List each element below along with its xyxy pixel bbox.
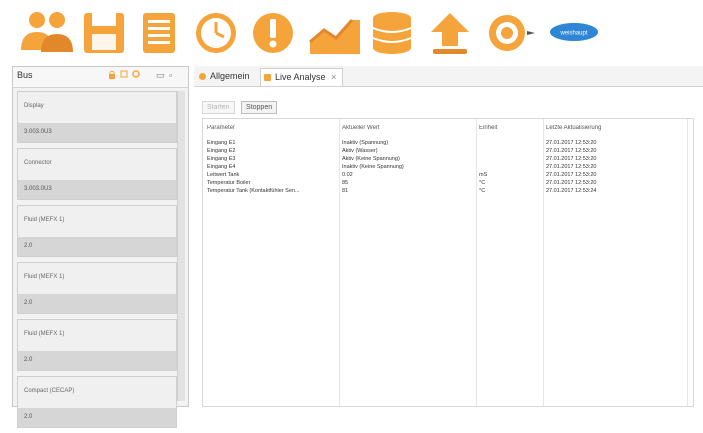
column-header[interactable]: Parameter <box>207 125 339 132</box>
device-value: 3.003.0U3 <box>24 129 52 135</box>
unit-cell: °C <box>479 180 486 186</box>
chart-icon[interactable] <box>308 10 362 56</box>
unit-cell: °C <box>479 188 486 194</box>
upload-icon[interactable] <box>427 10 473 56</box>
device-value: 3.003.0U3 <box>24 186 52 192</box>
device-name: Connector <box>24 160 52 166</box>
updated-cell: 27.01.2017 12:53:20 <box>546 172 597 178</box>
table-row[interactable]: Temperatur Tank (Kontaktfühler Sen... 81… <box>203 188 693 195</box>
device-value-bar: 2.0 <box>18 237 176 256</box>
bus-panel: Bus ▭ ▫ Display 3.003.0U3 Connector 3.00… <box>12 66 189 428</box>
list-item[interactable]: Fluid (MEFX 1) 2.0 <box>17 205 177 257</box>
analysis-controls: Starten Stoppen <box>202 96 279 114</box>
value-cell: 81 <box>342 188 349 194</box>
device-value-bar: 2.0 <box>18 294 176 313</box>
updated-cell: 27.01.2017 12:53:20 <box>546 156 597 162</box>
device-value-bar: 2.0 <box>18 351 176 370</box>
value-cell: Aktiv (Wasser) <box>342 148 378 154</box>
value-cell: 85 <box>342 180 349 186</box>
table-row[interactable]: Temperatur Boiler 85 °C 27.01.2017 12:53… <box>203 180 693 187</box>
list-item[interactable]: Display 3.003.0U3 <box>17 91 177 143</box>
bus-tab[interactable]: Bus <box>17 70 33 80</box>
document-icon[interactable] <box>138 10 180 56</box>
unit-cell: mS <box>479 172 488 178</box>
device-value: 2.0 <box>24 243 33 249</box>
column-header[interactable]: Einheit <box>479 125 541 132</box>
value-cell: Inaktiv (Spannung) <box>342 140 389 146</box>
tab-live-analyse-label: Live Analyse <box>275 72 326 82</box>
parameter-cell: Eingang E3 <box>207 156 236 162</box>
database-icon[interactable] <box>369 10 415 56</box>
users-icon[interactable] <box>19 10 75 56</box>
device-name: Fluid (MEFX 1) <box>24 331 65 337</box>
device-list-scrollbar[interactable] <box>177 91 185 401</box>
parameter-cell: Eingang E1 <box>207 140 236 146</box>
parameter-cell: Leitwert Tank <box>207 172 240 178</box>
clock-icon[interactable] <box>193 10 239 56</box>
parameter-cell: Temperatur Tank (Kontaktfühler Sen... <box>207 188 300 194</box>
device-list: Display 3.003.0U3 Connector 3.003.0U3 Fl… <box>17 91 177 433</box>
value-cell: 0.02 <box>342 172 353 178</box>
allgemein-icon <box>199 73 206 80</box>
updated-cell: 27.01.2017 12:53:24 <box>546 188 597 194</box>
column-header[interactable]: Aktueller Wert <box>342 125 477 132</box>
save-icon[interactable] <box>81 10 129 56</box>
updated-cell: 27.01.2017 12:53:20 <box>546 140 597 146</box>
device-value: 2.0 <box>24 357 33 363</box>
lock-icon[interactable] <box>108 70 116 81</box>
editor-tabs: Allgemein Live Analyse × <box>194 66 703 87</box>
logo-text: weishaupt <box>559 31 587 37</box>
tab-allgemein-label: Allgemein <box>210 71 250 81</box>
tab-allgemein[interactable]: Allgemein <box>196 68 256 85</box>
value-cell: Inaktiv (Keine Spannung) <box>342 164 404 170</box>
live-analyse-icon <box>264 74 271 81</box>
main-toolbar: weishaupt <box>0 0 703 66</box>
table-row[interactable]: Eingang E4 Inaktiv (Keine Spannung) 27.0… <box>203 164 693 171</box>
table-header: Parameter Aktueller Wert Einheit Letzte … <box>203 125 693 132</box>
table-row[interactable]: Eingang E2 Aktiv (Wasser) 27.01.2017 12:… <box>203 148 693 155</box>
column-header[interactable]: Letzte Aktualisierung <box>546 125 686 132</box>
alert-icon[interactable] <box>250 10 296 56</box>
device-name: Display <box>24 103 44 109</box>
device-value-bar: 3.003.0U3 <box>18 180 176 199</box>
device-name: Compact (CECAP) <box>24 388 75 394</box>
value-cell: Aktiv (Keine Spannung) <box>342 156 400 162</box>
device-value: 2.0 <box>24 414 33 420</box>
table-row[interactable]: Leitwert Tank 0.02 mS 27.01.2017 12:53:2… <box>203 172 693 179</box>
start-button[interactable]: Starten <box>202 101 235 114</box>
close-icon[interactable]: × <box>331 72 336 82</box>
maximize-icon[interactable]: ▫ <box>169 70 172 80</box>
live-analysis-table: Parameter Aktueller Wert Einheit Letzte … <box>202 118 694 407</box>
bus-panel-header: Bus ▭ ▫ <box>13 67 188 88</box>
stop-button[interactable]: Stoppen <box>241 101 278 114</box>
minimize-icon[interactable]: ▭ <box>156 70 165 81</box>
updated-cell: 27.01.2017 12:53:20 <box>546 164 597 170</box>
device-value-bar: 2.0 <box>18 408 176 427</box>
square-icon[interactable] <box>120 70 128 80</box>
parameter-cell: Temperatur Boiler <box>207 180 251 186</box>
list-item[interactable]: Fluid (MEFX 1) 2.0 <box>17 319 177 371</box>
updated-cell: 27.01.2017 12:53:20 <box>546 148 597 154</box>
list-item[interactable]: Fluid (MEFX 1) 2.0 <box>17 262 177 314</box>
tab-live-analyse[interactable]: Live Analyse × <box>260 68 344 86</box>
logo-icon: weishaupt <box>549 22 599 42</box>
device-value: 2.0 <box>24 300 33 306</box>
list-item[interactable]: Compact (CECAP) 2.0 <box>17 376 177 428</box>
updated-cell: 27.01.2017 12:53:20 <box>546 180 597 186</box>
table-row[interactable]: Eingang E3 Aktiv (Keine Spannung) 27.01.… <box>203 156 693 163</box>
device-name: Fluid (MEFX 1) <box>24 217 65 223</box>
table-row[interactable]: Eingang E1 Inaktiv (Spannung) 27.01.2017… <box>203 140 693 147</box>
list-item[interactable]: Connector 3.003.0U3 <box>17 148 177 200</box>
analysis-panel: Allgemein Live Analyse × Starten Stoppen… <box>194 66 703 407</box>
parameter-cell: Eingang E2 <box>207 148 236 154</box>
gear-icon[interactable] <box>132 70 140 80</box>
device-value-bar: 3.003.0U3 <box>18 123 176 142</box>
parameter-cell: Eingang E4 <box>207 164 236 170</box>
device-name: Fluid (MEFX 1) <box>24 274 65 280</box>
network-icon[interactable] <box>483 10 535 56</box>
